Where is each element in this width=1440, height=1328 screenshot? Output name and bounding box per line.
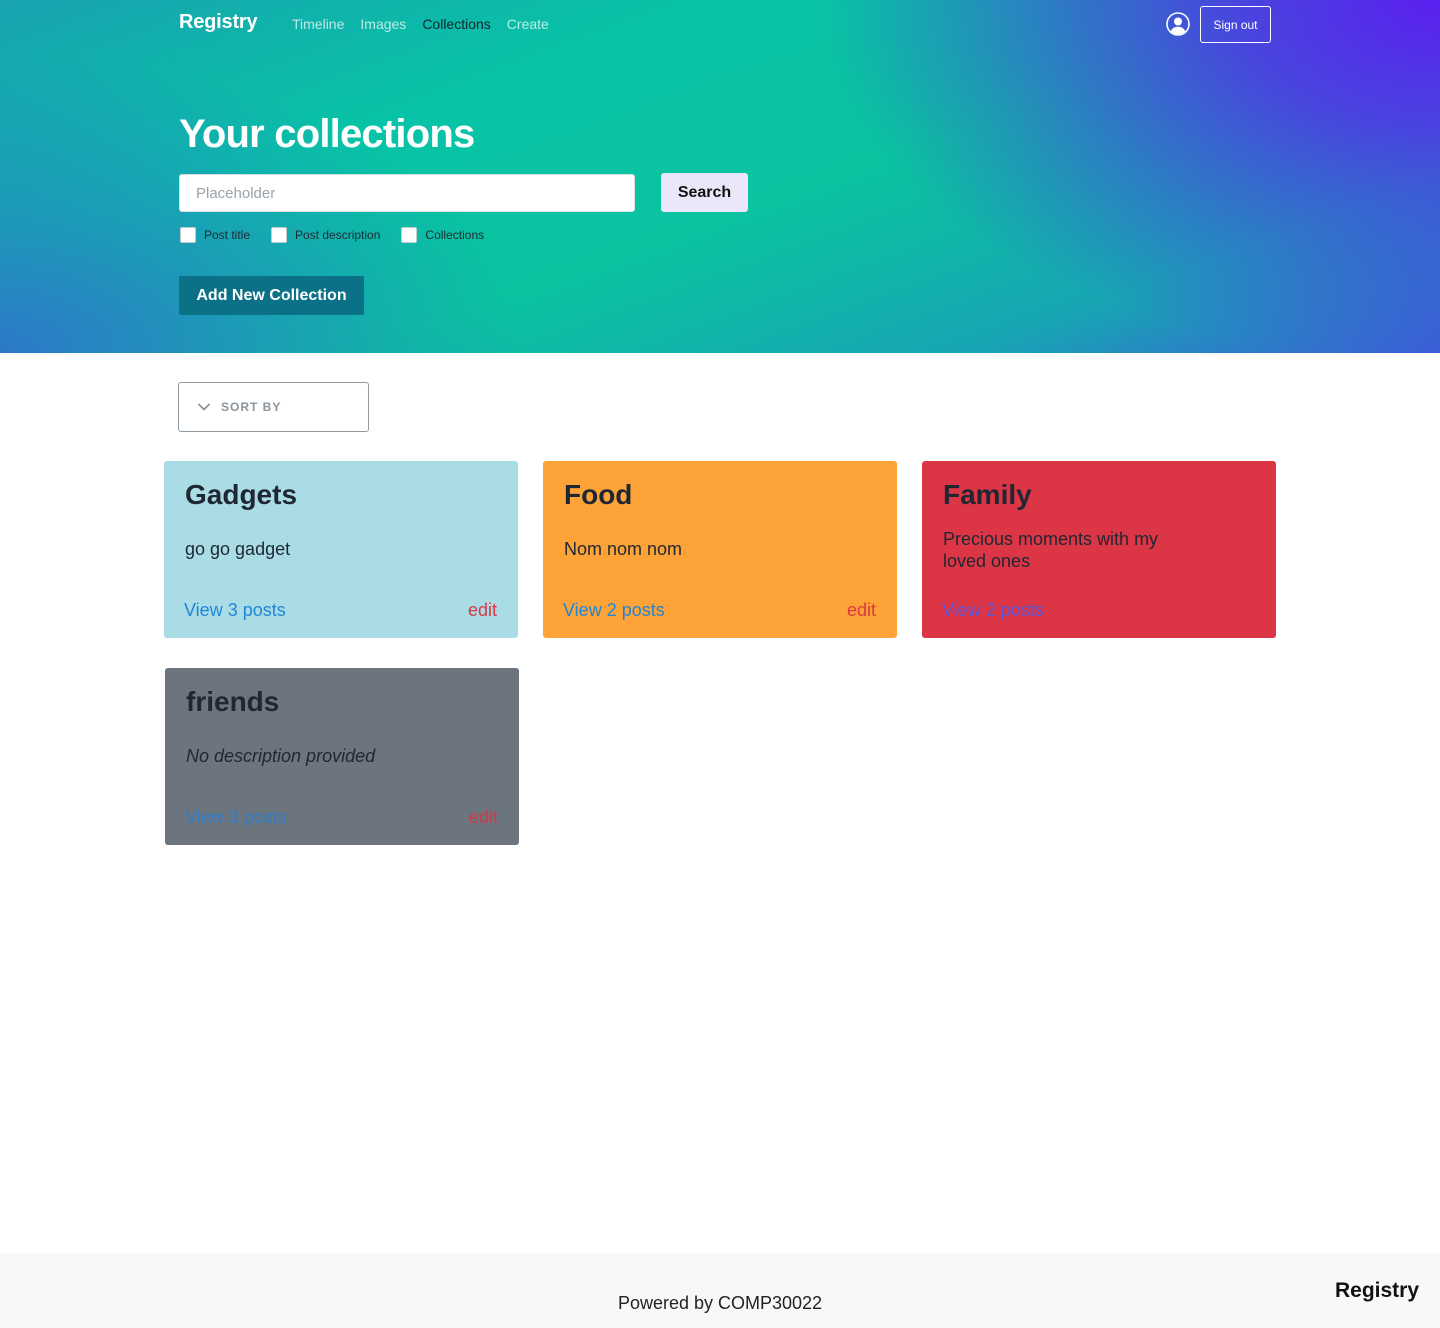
nav-link-create[interactable]: Create [507, 16, 549, 32]
footer-credit: Powered by COMP30022 [617, 1293, 823, 1313]
add-new-collection-button[interactable]: Add New Collection [179, 276, 364, 315]
collection-card-food: Food Nom nom nom View 2 posts edit [543, 461, 897, 638]
collection-card-gadgets: Gadgets go go gadget View 3 posts edit [164, 461, 518, 638]
user-circle-icon[interactable] [1166, 12, 1190, 36]
view-posts-link[interactable]: View 3 posts [184, 600, 286, 621]
collection-description: No description provided [186, 746, 376, 766]
collection-description: Precious moments with my loved ones [943, 529, 1159, 571]
collection-title: Family [943, 479, 1032, 510]
view-posts-link[interactable]: View 2 posts [563, 600, 665, 621]
view-posts-link[interactable]: View 3 posts [185, 807, 287, 828]
filter-post-description[interactable]: Post description [271, 227, 380, 243]
collection-title: Gadgets [185, 479, 298, 510]
filter-label: Collections [425, 228, 485, 242]
edit-link[interactable]: edit [469, 807, 498, 828]
collection-card-friends: friends No description provided View 3 p… [165, 668, 519, 845]
sort-by-dropdown[interactable]: SORT BY [178, 382, 369, 432]
footer: Powered by COMP30022 Registry [0, 1253, 1440, 1328]
collection-title: friends [186, 686, 280, 717]
nav-link-collections[interactable]: Collections [422, 16, 490, 32]
checkbox[interactable] [401, 227, 418, 243]
filter-post-title[interactable]: Post title [180, 227, 250, 243]
collection-description: Nom nom nom [564, 539, 683, 559]
sign-out-button[interactable]: Sign out [1200, 6, 1271, 43]
search-input[interactable] [179, 174, 635, 212]
nav-link-images[interactable]: Images [360, 16, 406, 32]
main-nav: Timeline Images Collections Create [292, 16, 549, 32]
collection-title: Food [564, 479, 633, 510]
filter-label: Post title [204, 228, 251, 242]
filter-label: Post description [295, 228, 381, 242]
brand-logo[interactable]: Registry [179, 11, 258, 34]
filter-collections[interactable]: Collections [401, 227, 484, 243]
nav-link-timeline[interactable]: Timeline [292, 16, 344, 32]
chevron-down-icon [198, 403, 210, 411]
footer-brand[interactable]: Registry [1335, 1279, 1419, 1303]
sort-label: SORT BY [221, 400, 282, 414]
search-button[interactable]: Search [661, 173, 748, 212]
collection-description: go go gadget [185, 539, 291, 559]
checkbox[interactable] [271, 227, 288, 243]
edit-link[interactable]: edit [468, 600, 497, 621]
edit-link[interactable]: edit [847, 600, 876, 621]
page-title: Your collections [179, 112, 475, 156]
collection-card-family: Family Precious moments with my loved on… [922, 461, 1276, 638]
checkbox[interactable] [180, 227, 196, 243]
hero-banner: Registry Timeline Images Collections Cre… [0, 0, 1440, 353]
search-filters: Post title Post description Collections [180, 227, 505, 243]
view-posts-link[interactable]: View 2 posts [942, 600, 1044, 621]
